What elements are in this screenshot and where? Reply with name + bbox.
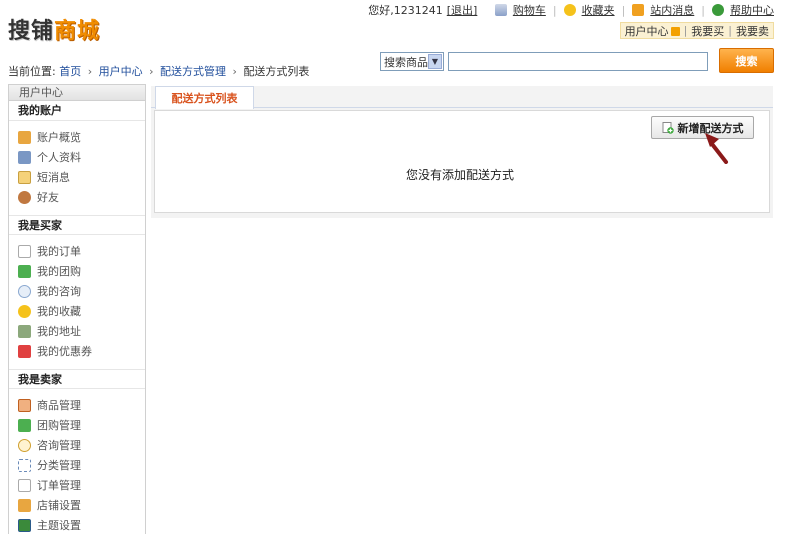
logo-text-1: 搜铺 [8,19,55,44]
breadcrumb-home[interactable]: 首页 [59,65,81,78]
category-grid-icon [18,458,31,472]
puzzle-icon [18,264,31,278]
sidebar-item-my-favorites[interactable]: 我的收藏 [9,301,145,321]
sidebar-item-my-orders[interactable]: 我的订单 [9,241,145,261]
chat-bubble-icon [18,438,31,452]
help-icon [712,4,724,16]
chevron-down-icon[interactable]: ▼ [428,54,442,69]
search-type-value: 搜索商品 [384,55,428,69]
puzzle-icon [18,418,31,432]
sidebar-item-label: 订单管理 [37,479,81,492]
messages-link[interactable]: 站内消息 [650,2,694,18]
site-logo[interactable]: 搜铺 商城 [8,14,100,44]
user-menu: 用户中心 | 我要买 | 我要卖 [619,22,774,39]
sidebar: 用户中心 我的账户 账户概览 个人资料 短消息 好友 我是买家 我的订单 我的团… [8,84,146,534]
home-icon [18,130,31,144]
edit-document-icon [18,478,31,492]
address-book-icon [18,324,31,338]
sidebar-item-my-group-buy[interactable]: 我的团购 [9,261,145,281]
empty-state-message: 您没有添加配送方式 [405,168,514,182]
tab-shipping-method-list[interactable]: 配送方式列表 [155,86,254,109]
search-type-select[interactable]: 搜索商品 ▼ [380,52,444,71]
sidebar-item-label: 咨询管理 [37,439,81,452]
user-icon [18,190,31,204]
sidebar-item-short-messages[interactable]: 短消息 [9,167,145,187]
sidebar-item-profile[interactable]: 个人资料 [9,147,145,167]
buy-link[interactable]: 我要买 [687,23,728,39]
sidebar-item-category-management[interactable]: 分类管理 [9,455,145,475]
help-link[interactable]: 帮助中心 [730,2,774,18]
add-document-icon [662,121,674,134]
sidebar-section-title: 我是买家 [9,215,145,235]
sidebar-item-theme-settings[interactable]: 主题设置 [9,515,145,534]
sidebar-item-label: 我的收藏 [37,305,81,318]
star-icon [563,4,576,16]
user-center-label: 用户中心 [624,24,669,38]
sidebar-item-label: 个人资料 [37,151,81,164]
star-icon [18,304,31,318]
top-links: 您好,1231241 [退出] 购物车 | 收藏夹 | 站内消息 | 帮助中心 [368,2,774,18]
sidebar-item-my-address[interactable]: 我的地址 [9,321,145,341]
breadcrumb-shipping-management[interactable]: 配送方式管理 [160,65,226,78]
greeting-text: 您好,1231241 [368,4,443,17]
cart-icon [494,4,507,16]
search-bar: 搜索商品 ▼ [380,52,708,71]
sidebar-item-label: 我的订单 [37,245,81,258]
search-button[interactable]: 搜索 [719,48,774,73]
logo-text-2: 商城 [54,19,101,44]
user-center-menu[interactable]: 用户中心 [621,23,684,39]
sell-link[interactable]: 我要卖 [732,23,773,39]
breadcrumb-prefix: 当前位置: [8,65,56,78]
sidebar-item-label: 好友 [37,191,59,204]
breadcrumb: 当前位置: 首页 › 用户中心 › 配送方式管理 › 配送方式列表 [8,63,309,79]
sidebar-item-friends[interactable]: 好友 [9,187,145,207]
sidebar-item-label: 主题设置 [37,519,81,532]
favorites-link[interactable]: 收藏夹 [582,2,615,18]
sidebar-item-order-management[interactable]: 订单管理 [9,475,145,495]
sidebar-section-title: 我是卖家 [9,369,145,389]
sidebar-item-my-coupons[interactable]: 我的优惠券 [9,341,145,361]
breadcrumb-separator: › [232,65,237,78]
sidebar-item-label: 我的团购 [37,265,81,278]
pointer-arrow-icon [705,133,728,164]
sidebar-item-shop-settings[interactable]: 店铺设置 [9,495,145,515]
sidebar-section-title: 我的账户 [9,101,145,121]
chevron-down-icon [670,27,680,36]
sidebar-item-label: 商品管理 [37,399,81,412]
sidebar-item-label: 账户概览 [37,131,81,144]
sidebar-item-label: 店铺设置 [37,499,81,512]
sidebar-item-label: 我的地址 [37,325,81,338]
id-card-icon [18,150,31,164]
breadcrumb-separator: › [87,65,93,78]
message-icon [632,4,645,16]
sidebar-item-account-overview[interactable]: 账户概览 [9,127,145,147]
sidebar-item-label: 短消息 [37,171,70,184]
coupon-icon [18,344,31,358]
logout-link[interactable]: [退出] [447,2,478,18]
sidebar-item-label: 我的优惠券 [37,345,92,358]
sidebar-item-label: 团购管理 [37,419,81,432]
breadcrumb-user-center[interactable]: 用户中心 [99,65,143,78]
clipboard-icon [18,398,31,412]
envelope-icon [18,170,31,184]
cart-link[interactable]: 购物车 [513,2,546,18]
document-icon [18,244,31,258]
breadcrumb-separator: › [149,65,154,78]
sidebar-item-product-management[interactable]: 商品管理 [9,395,145,415]
sidebar-item-my-inquiries[interactable]: 我的咨询 [9,281,145,301]
sidebar-item-inquiry-management[interactable]: 咨询管理 [9,435,145,455]
sidebar-item-label: 分类管理 [37,459,81,472]
shop-icon [18,498,31,512]
theme-icon [18,518,31,532]
search-input[interactable] [448,52,708,71]
sidebar-item-label: 我的咨询 [37,285,81,298]
chat-bubble-icon [18,284,31,298]
sidebar-item-group-buy-management[interactable]: 团购管理 [9,415,145,435]
sidebar-header: 用户中心 [9,85,145,101]
breadcrumb-current: 配送方式列表 [243,65,310,78]
